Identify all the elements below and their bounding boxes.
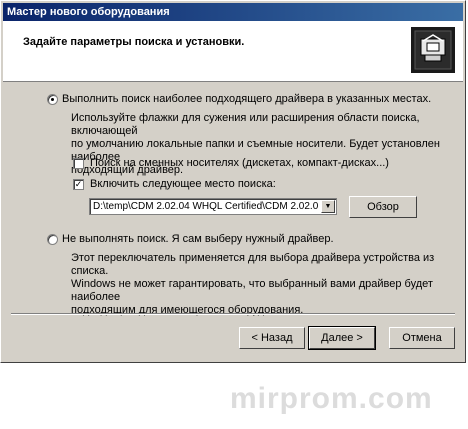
cancel-button[interactable]: Отмена — [389, 327, 455, 349]
removable-media-label[interactable]: Поиск на сменных носителях (дискетах, ко… — [90, 157, 389, 169]
search-description-line-1: Используйте флажки для сужения или расши… — [71, 112, 420, 137]
button-separator — [11, 313, 455, 315]
search-location-combobox[interactable]: D:\temp\CDM 2.02.04 WHQL Certified\CDM 2… — [89, 198, 337, 215]
watermark: mirprom.com — [230, 382, 433, 415]
browse-button[interactable]: Обзор — [349, 196, 417, 218]
manual-description: Этот переключатель применяется для выбор… — [71, 252, 465, 317]
back-button[interactable]: < Назад — [239, 327, 305, 349]
wizard-window: Мастер нового оборудования Задайте парам… — [0, 0, 466, 363]
chevron-down-icon[interactable]: ▼ — [321, 200, 335, 213]
next-button[interactable]: Далее > — [308, 326, 376, 350]
title-bar: Мастер нового оборудования — [3, 3, 463, 21]
hardware-wizard-icon — [411, 27, 455, 73]
manual-select-label[interactable]: Не выполнять поиск. Я сам выберу нужный … — [62, 233, 334, 245]
manual-description-line-3: подходящим для имеющегося оборудования. — [71, 304, 304, 316]
page-title: Задайте параметры поиска и установки. — [23, 36, 245, 48]
removable-media-checkbox[interactable] — [73, 158, 84, 169]
manual-select-radio[interactable] — [47, 234, 58, 245]
manual-description-line-2: Windows не может гарантировать, что выбр… — [71, 278, 433, 303]
search-location-value: D:\temp\CDM 2.02.04 WHQL Certified\CDM 2… — [93, 201, 319, 212]
include-location-label[interactable]: Включить следующее место поиска: — [90, 178, 276, 190]
include-location-checkbox[interactable]: ✓ — [73, 179, 84, 190]
search-radio[interactable] — [47, 94, 58, 105]
wizard-header: Задайте параметры поиска и установки. — [3, 21, 463, 82]
manual-description-line-1: Этот переключатель применяется для выбор… — [71, 252, 435, 277]
search-radio-label[interactable]: Выполнить поиск наиболее подходящего дра… — [62, 93, 431, 105]
window-title: Мастер нового оборудования — [7, 6, 170, 18]
